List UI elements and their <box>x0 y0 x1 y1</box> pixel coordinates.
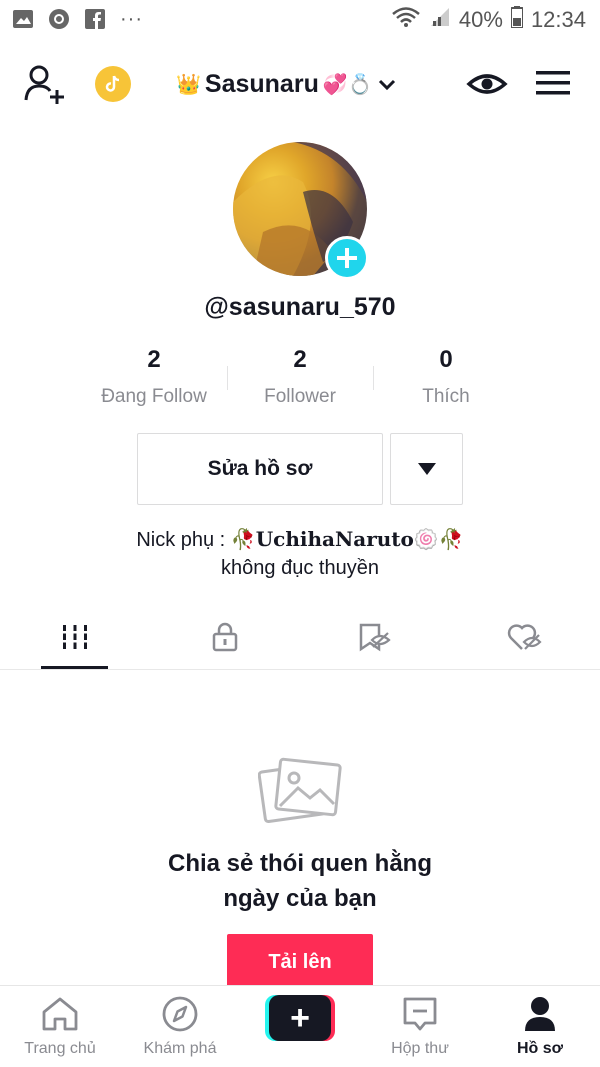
content-tabs <box>0 604 600 670</box>
coin-button[interactable] <box>95 66 131 102</box>
eye-icon <box>466 74 508 94</box>
battery-icon <box>509 6 524 34</box>
empty-state-message: Chia sẻ thói quen hằng ngày của bạn <box>0 846 600 916</box>
bio-nickname: UchihaNaruto <box>255 527 414 551</box>
nav-inbox[interactable]: Hộp thư <box>360 994 480 1064</box>
compass-icon <box>162 996 198 1032</box>
plus-icon: + <box>269 995 331 1041</box>
username: @sasunaru_570 <box>204 293 396 321</box>
signal-icon <box>429 6 451 34</box>
menu-button[interactable] <box>536 68 570 98</box>
active-tab-indicator <box>41 666 108 669</box>
nav-inbox-label: Hộp thư <box>391 1040 449 1057</box>
caret-down-icon <box>417 463 436 475</box>
rose-emoji: 🥀 <box>438 529 464 551</box>
bottom-navigation: Trang chủ Khám phá + Hộp thư Hồ sơ <box>0 985 600 1067</box>
grid-icon <box>61 625 89 649</box>
profile-header: 👑 Sasunaru 💞💍 <box>0 50 600 116</box>
bio-line-2: không đục thuyền <box>221 557 379 579</box>
followers-count: 2 <box>293 346 307 373</box>
following-count: 2 <box>147 346 161 373</box>
battery-percent: 40% <box>458 7 503 32</box>
following-label: Đang Follow <box>101 386 207 407</box>
add-avatar-button[interactable] <box>325 236 369 280</box>
bio-prefix: Nick phụ : <box>136 529 231 551</box>
title-emoji: 💞💍 <box>322 73 373 96</box>
tab-saved[interactable] <box>300 604 450 670</box>
profile-views-button[interactable] <box>466 66 508 102</box>
inbox-icon <box>403 997 437 1031</box>
followers-stat[interactable]: 2 Follower <box>220 346 380 408</box>
suggested-accounts-button[interactable] <box>390 433 463 505</box>
followers-label: Follower <box>264 386 336 407</box>
clock: 12:34 <box>530 7 586 32</box>
nav-profile[interactable]: Hồ sơ <box>480 994 600 1064</box>
settings-notification-icon <box>48 8 70 30</box>
chevron-down-icon <box>377 70 397 99</box>
swirl-emoji: 🍥 <box>413 529 439 551</box>
facebook-icon <box>84 8 106 30</box>
tab-videos[interactable] <box>0 604 150 670</box>
tab-liked[interactable] <box>450 604 600 670</box>
add-friend-button[interactable] <box>24 64 68 104</box>
profile-icon <box>525 997 555 1031</box>
tab-private[interactable] <box>150 604 300 670</box>
wifi-icon <box>391 6 421 34</box>
account-switcher[interactable]: 👑 Sasunaru 💞💍 <box>176 66 397 102</box>
following-stat[interactable]: 2 Đang Follow <box>74 346 234 408</box>
empty-state-text: Chia sẻ thói quen hằng ngày của bạn <box>167 850 432 912</box>
account-name: Sasunaru <box>204 69 319 98</box>
likes-stat[interactable]: 0 Thích <box>366 346 526 408</box>
more-notifications-icon: ··· <box>120 8 143 30</box>
tiktok-note-icon <box>105 75 120 92</box>
add-user-icon <box>24 65 64 104</box>
likes-label: Thích <box>422 386 470 407</box>
nav-discover[interactable]: Khám phá <box>120 994 240 1064</box>
photos-icon <box>257 756 342 824</box>
nav-profile-label: Hồ sơ <box>516 1040 564 1057</box>
edit-profile-button[interactable]: Sửa hồ sơ <box>137 433 383 505</box>
status-bar: ··· 40% 12:34 <box>0 0 600 42</box>
create-button[interactable]: + <box>265 995 335 1041</box>
likes-count: 0 <box>439 346 453 373</box>
lock-icon <box>212 622 238 652</box>
nav-discover-label: Khám phá <box>143 1040 217 1057</box>
home-icon <box>42 997 78 1031</box>
heart-hidden-icon <box>507 624 542 650</box>
hamburger-icon <box>536 71 570 95</box>
rose-emoji: 🥀 <box>230 529 256 551</box>
nav-home-label: Trang chủ <box>24 1040 96 1057</box>
nav-home[interactable]: Trang chủ <box>0 994 120 1064</box>
upload-button[interactable]: Tải lên <box>227 934 373 990</box>
bookmark-hidden-icon <box>359 623 391 652</box>
plus-icon <box>337 248 357 268</box>
gallery-icon <box>12 8 34 30</box>
crown-emoji: 👑 <box>176 73 201 96</box>
bio-line-1: Nick phụ : 🥀UchihaNaruto🍥🥀 <box>0 527 600 552</box>
